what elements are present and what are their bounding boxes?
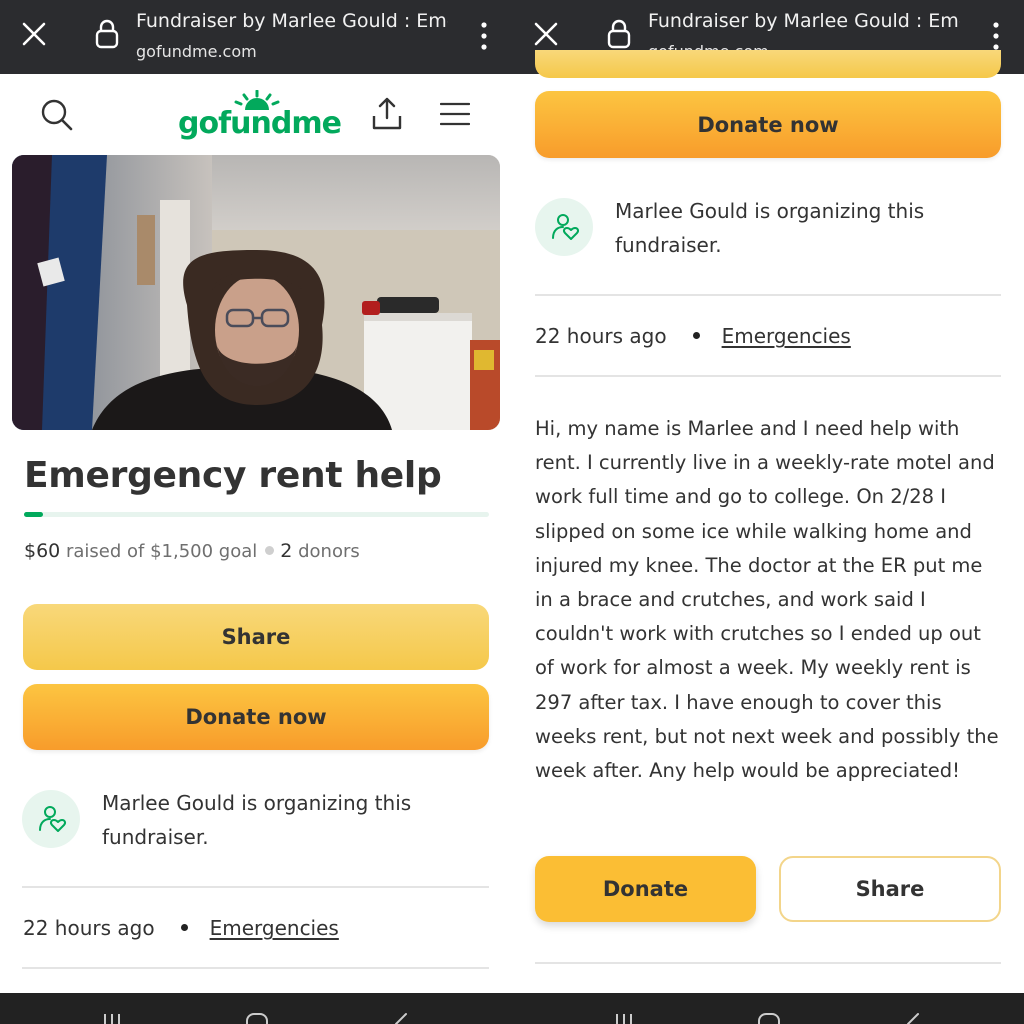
organizer-text: Marlee Gould is organizing this fundrais…: [615, 199, 925, 257]
recent-apps-icon[interactable]: [100, 1011, 124, 1024]
recent-apps-icon[interactable]: [612, 1011, 636, 1024]
organizer-avatar: [22, 790, 80, 848]
lock-icon: [95, 19, 119, 49]
android-nav-bar: [512, 993, 1024, 1024]
share-outline-button[interactable]: Share: [779, 856, 1001, 922]
meta-row: 22 hours ago Emergencies: [23, 916, 339, 940]
donate-now-button[interactable]: Donate now: [23, 684, 489, 750]
divider: [22, 967, 489, 969]
share-upload-icon[interactable]: [370, 96, 404, 132]
organizer-avatar: [535, 198, 593, 256]
organizer-row: Marlee Gould is organizing this fundrais…: [22, 790, 492, 860]
meta-bullet: [180, 924, 188, 931]
close-icon[interactable]: [532, 20, 560, 48]
campaign-photo: [12, 155, 500, 430]
created-time: 22 hours ago: [535, 324, 667, 348]
android-nav-bar: [0, 993, 512, 1024]
more-vert-icon[interactable]: [986, 20, 1006, 52]
back-icon[interactable]: [390, 1011, 412, 1024]
organizer-text: Marlee Gould is organizing this fundrais…: [102, 791, 412, 849]
donate-now-button[interactable]: Donate now: [535, 91, 1001, 158]
organizer-heart-icon: [39, 806, 67, 832]
home-icon[interactable]: [756, 1011, 782, 1024]
created-time: 22 hours ago: [23, 916, 155, 940]
close-icon[interactable]: [20, 20, 48, 48]
divider: [22, 886, 489, 888]
raised-summary: $60 raised of $1,500 goal 2 donors: [24, 540, 360, 562]
campaign-title: Emergency rent help: [24, 455, 442, 496]
logo-text: gofundme: [178, 106, 342, 141]
home-icon[interactable]: [244, 1011, 270, 1024]
gofundme-logo[interactable]: gofundme: [178, 90, 342, 144]
left-screenshot: Fundraiser by Marlee Gould : Emergency r…: [0, 0, 512, 1024]
back-icon[interactable]: [902, 1011, 924, 1024]
search-icon[interactable]: [40, 98, 74, 132]
organizer-row: Marlee Gould is organizing this fundrais…: [535, 198, 1005, 268]
meta-row: 22 hours ago Emergencies: [535, 324, 851, 348]
donors-label[interactable]: donors: [298, 541, 360, 562]
progress-fill: [24, 512, 43, 517]
category-link[interactable]: Emergencies: [722, 324, 851, 348]
share-button[interactable]: Share: [23, 604, 489, 670]
progress-bar: [24, 512, 489, 517]
lock-icon: [607, 19, 631, 49]
separator-dot: [265, 546, 275, 555]
site-header: gofundme: [0, 74, 512, 154]
right-screenshot: Fundraiser by Marlee Gould : Emergency r…: [512, 0, 1024, 1024]
divider: [535, 375, 1001, 377]
category-link[interactable]: Emergencies: [210, 916, 339, 940]
browser-tab-title: Fundraiser by Marlee Gould : Emergency r…: [648, 10, 960, 32]
hamburger-menu-icon[interactable]: [440, 102, 470, 126]
divider: [535, 962, 1001, 964]
browser-top-bar: Fundraiser by Marlee Gould : Emergency r…: [0, 0, 512, 74]
meta-bullet: [692, 332, 700, 339]
donors-count[interactable]: 2: [280, 540, 292, 562]
divider: [535, 294, 1001, 296]
browser-tab-title: Fundraiser by Marlee Gould : Emergency r…: [136, 10, 448, 32]
share-button-partial[interactable]: [535, 50, 1001, 78]
donate-button[interactable]: Donate: [535, 856, 756, 922]
raised-amount: $60: [24, 540, 61, 562]
more-vert-icon[interactable]: [474, 20, 494, 52]
raised-goal-text: raised of $1,500 goal: [66, 541, 258, 562]
browser-url[interactable]: gofundme.com: [136, 42, 257, 61]
campaign-story: Hi, my name is Marlee and I need help wi…: [535, 417, 999, 783]
organizer-heart-icon: [552, 214, 580, 240]
